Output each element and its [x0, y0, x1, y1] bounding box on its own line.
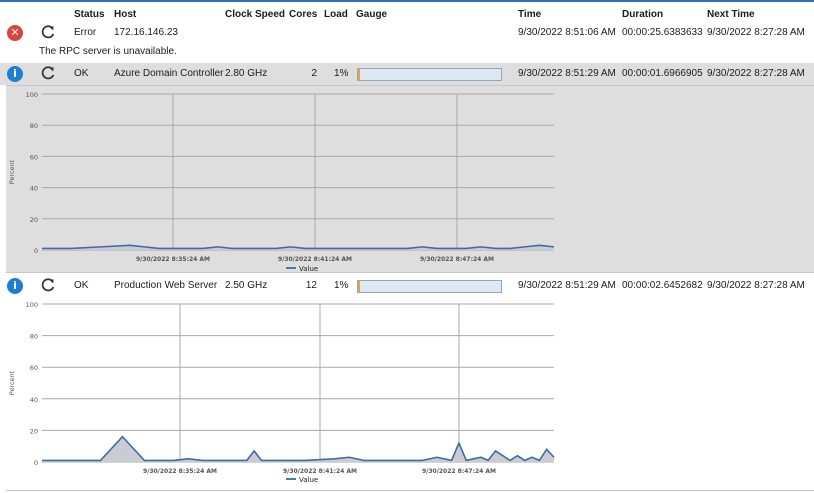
cpu-chart-panel: 0 20 40 60 80 100 Percent 9/30/2022 8:35:24 AM 9… [6, 85, 814, 273]
x-tick-label: 9/30/2022 8:41:24 AM [278, 256, 352, 263]
y-tick-label: 0 [34, 459, 38, 467]
y-tick-label: 0 [34, 247, 38, 255]
host-text: 172.16.146.23 [114, 27, 178, 38]
y-tick-label: 60 [30, 153, 38, 161]
host-text: Azure Domain Controller [114, 68, 224, 79]
col-gauge[interactable]: Gauge [356, 9, 387, 20]
clock-speed-text: 2.80 GHz [225, 68, 268, 79]
y-axis-label: Percent [8, 159, 16, 184]
status-text: OK [74, 280, 89, 291]
load-text: 1% [334, 68, 349, 79]
x-tick-label: 9/30/2022 8:47:24 AM [420, 256, 494, 263]
next-time-text: 9/30/2022 8:27:28 AM [707, 280, 805, 291]
duration-text: 00:00:02.6452682 [622, 280, 703, 291]
x-tick-label: 9/30/2022 8:41:24 AM [283, 468, 357, 475]
legend-label: Value [299, 265, 318, 272]
load-gauge [357, 280, 502, 293]
refresh-icon[interactable] [39, 276, 57, 294]
next-time-text: 9/30/2022 8:27:28 AM [707, 68, 805, 79]
col-load[interactable]: Load [324, 9, 348, 20]
status-text: Error [74, 27, 97, 38]
y-tick-label: 80 [30, 122, 38, 130]
col-status[interactable]: Status [74, 9, 105, 20]
col-host[interactable]: Host [114, 9, 136, 20]
status-text: OK [74, 68, 89, 79]
time-text: 9/30/2022 8:51:29 AM [518, 68, 616, 79]
x-tick-label: 9/30/2022 8:35:24 AM [136, 256, 210, 263]
y-tick-label: 20 [30, 216, 38, 224]
y-tick-label: 40 [30, 396, 38, 404]
info-icon: i [7, 66, 23, 82]
cores-text: 2 [311, 68, 317, 79]
error-icon: ✕ [7, 25, 23, 41]
y-tick-label: 60 [30, 364, 38, 372]
y-axis-label: Percent [8, 370, 16, 395]
col-clock-speed[interactable]: Clock Speed [225, 9, 285, 20]
refresh-icon[interactable] [39, 23, 57, 41]
gauge-fill [358, 69, 360, 80]
x-tick-label: 9/30/2022 8:35:24 AM [143, 468, 217, 475]
clock-speed-text: 2.50 GHz [225, 280, 268, 291]
duration-text: 00:00:25.6383633 [622, 27, 703, 38]
x-tick-label: 9/30/2022 8:47:24 AM [422, 468, 496, 475]
table-row[interactable]: i OK Azure Domain Controller 2.80 GHz 2 … [0, 63, 814, 85]
top-accent-line [0, 0, 814, 2]
table-row[interactable]: ✕ Error 172.16.146.23 9/30/2022 8:51:06 … [0, 22, 814, 44]
y-tick-label: 100 [26, 91, 38, 99]
next-time-text: 9/30/2022 8:27:28 AM [707, 27, 805, 38]
col-time[interactable]: Time [518, 9, 541, 20]
cpu-chart-panel: 0 20 40 60 80 100 Percent 9/30/2022 8:35:24 AM 9… [6, 297, 814, 489]
info-icon: i [7, 278, 23, 294]
duration-text: 00:00:01.6966905 [622, 68, 703, 79]
refresh-icon[interactable] [39, 64, 57, 82]
time-text: 9/30/2022 8:51:06 AM [518, 27, 616, 38]
cores-text: 12 [305, 280, 317, 291]
gauge-fill [358, 281, 360, 292]
col-duration[interactable]: Duration [622, 9, 663, 20]
col-cores[interactable]: Cores [289, 9, 317, 20]
legend-label: Value [299, 476, 318, 484]
y-tick-label: 100 [26, 301, 38, 309]
time-text: 9/30/2022 8:51:29 AM [518, 280, 616, 291]
cpu-chart: 0 20 40 60 80 100 Percent 9/30/2022 8:35:24 AM 9… [8, 301, 555, 484]
load-gauge [357, 68, 502, 81]
error-message: The RPC server is unavailable. [39, 46, 177, 57]
col-next-time[interactable]: Next Time [707, 9, 755, 20]
load-text: 1% [334, 280, 349, 291]
host-text: Production Web Server [114, 280, 218, 291]
cpu-chart: 0 20 40 60 80 100 Percent 9/30/2022 8:35:24 AM 9… [8, 91, 555, 273]
y-tick-label: 80 [30, 333, 38, 341]
y-tick-label: 20 [30, 427, 38, 435]
y-tick-label: 40 [30, 185, 38, 193]
row-divider [6, 490, 814, 491]
table-row[interactable]: i OK Production Web Server 2.50 GHz 12 1… [0, 275, 814, 297]
